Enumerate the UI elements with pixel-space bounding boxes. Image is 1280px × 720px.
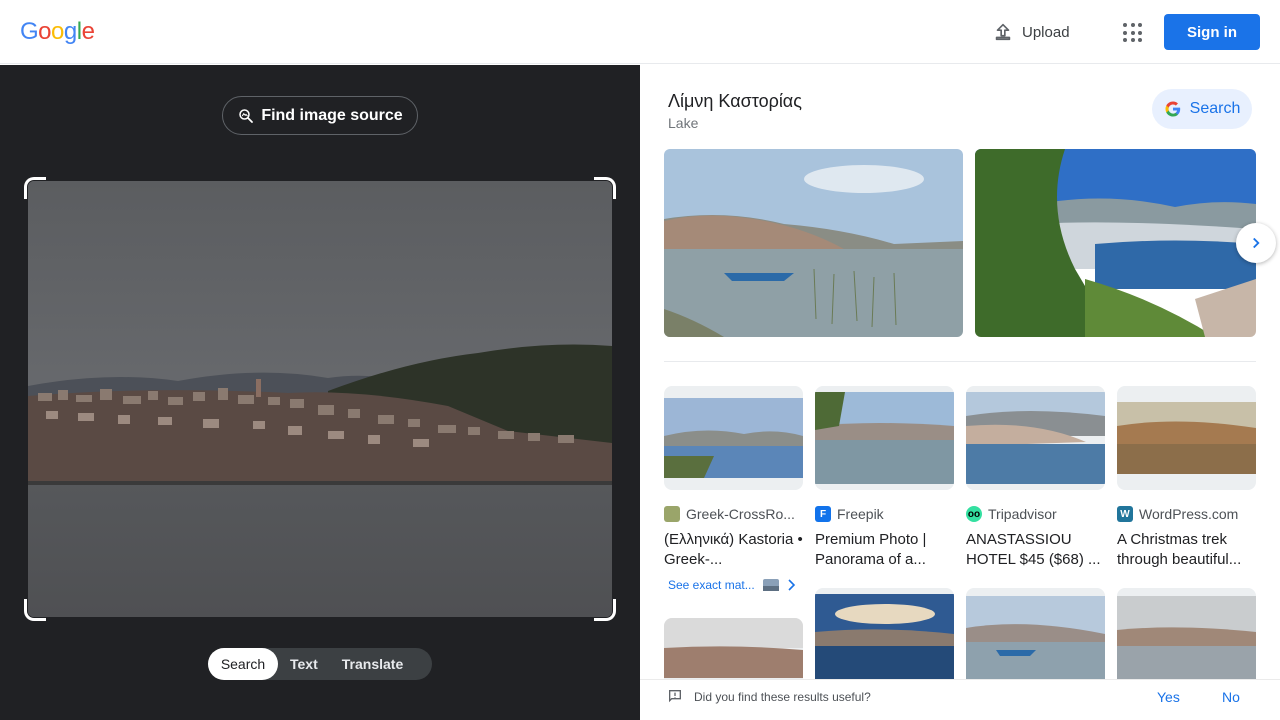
- feedback-yes-button[interactable]: Yes: [1157, 689, 1180, 705]
- result-title[interactable]: Premium Photo | Panorama of a...: [815, 530, 954, 570]
- result-title[interactable]: (Ελληνικά) Kastoria • Greek-...: [664, 530, 803, 570]
- find-image-source-label: Find image source: [261, 106, 403, 124]
- image-search-icon: [239, 108, 254, 123]
- result-card[interactable]: oo Tripadvisor ANASTASSIOU HOTEL $45 ($6…: [966, 386, 1105, 570]
- result-thumbnail[interactable]: [966, 386, 1105, 490]
- result-thumbnail[interactable]: [815, 386, 954, 490]
- entity-search-label: Search: [1189, 100, 1241, 117]
- result-thumbnail[interactable]: [1117, 386, 1256, 490]
- logo-letter: e: [81, 18, 95, 45]
- google-g-icon: [1165, 101, 1180, 117]
- result-card[interactable]: [966, 588, 1105, 692]
- result-source[interactable]: oo Tripadvisor: [966, 504, 1105, 524]
- result-source[interactable]: F Freepik: [815, 504, 954, 524]
- upload-icon: [995, 23, 1011, 41]
- upload-label: Upload: [1022, 23, 1070, 41]
- mode-search-tab[interactable]: Search: [208, 648, 278, 680]
- result-card[interactable]: [815, 588, 954, 692]
- result-title[interactable]: ANASTASSIOU HOTEL $45 ($68) ...: [966, 530, 1105, 570]
- mode-switcher: Search Text Translate: [208, 648, 432, 680]
- sign-in-button[interactable]: Sign in: [1164, 14, 1260, 50]
- feedback-icon: [669, 690, 681, 703]
- crop-handle-top-left[interactable]: [24, 177, 46, 199]
- logo-letter: g: [63, 18, 77, 45]
- result-thumbnail[interactable]: [664, 386, 803, 490]
- feedback-question: Did you find these results useful?: [694, 690, 871, 704]
- crop-handle-bottom-right[interactable]: [594, 599, 616, 621]
- logo-letter: o: [38, 18, 52, 45]
- result-source[interactable]: Greek-CrossRo...: [664, 504, 803, 524]
- results-panel: Λίμνη Καστορίας Lake Search Greek-CrossR…: [640, 65, 1280, 720]
- see-exact-matches-link[interactable]: See exact mat...: [668, 578, 797, 592]
- see-exact-matches-label: See exact mat...: [668, 578, 755, 592]
- mode-text-tab[interactable]: Text: [278, 648, 330, 680]
- query-image-panel: Find image source Search Text Translate: [0, 65, 640, 720]
- result-source-label: WordPress.com: [1139, 506, 1239, 522]
- lake-town-image: [28, 181, 612, 617]
- result-card[interactable]: [1117, 588, 1256, 692]
- entity-subtitle: Lake: [668, 115, 699, 131]
- chevron-right-icon: [788, 579, 795, 591]
- result-thumbnail[interactable]: [1117, 588, 1256, 692]
- entity-image-1[interactable]: [664, 149, 963, 337]
- chevron-right-icon: [1253, 237, 1260, 249]
- upload-button[interactable]: Upload: [992, 20, 1070, 44]
- wordpress-icon: W: [1117, 506, 1133, 522]
- result-title[interactable]: A Christmas trek through beautiful...: [1117, 530, 1256, 570]
- result-card[interactable]: Greek-CrossRo... (Ελληνικά) Kastoria • G…: [664, 386, 803, 570]
- entity-title[interactable]: Λίμνη Καστορίας: [668, 91, 802, 112]
- feedback-bar: Did you find these results useful? Yes N…: [640, 679, 1280, 720]
- result-thumbnail[interactable]: [815, 588, 954, 692]
- carousel-next-button[interactable]: [1236, 223, 1276, 263]
- crop-handle-top-right[interactable]: [594, 177, 616, 199]
- tripadvisor-icon: oo: [966, 506, 982, 522]
- crop-handle-bottom-left[interactable]: [24, 599, 46, 621]
- exact-match-thumb-icon: [762, 579, 779, 591]
- logo-letter: o: [51, 18, 64, 45]
- result-source-label: Tripadvisor: [988, 506, 1057, 522]
- result-card[interactable]: F Freepik Premium Photo | Panorama of a.…: [815, 386, 954, 570]
- find-image-source-button[interactable]: Find image source: [222, 96, 418, 135]
- query-photo-lake: [28, 181, 612, 617]
- entity-image-2[interactable]: [975, 149, 1256, 337]
- google-logo[interactable]: Google: [20, 18, 95, 46]
- section-divider: [664, 361, 1256, 362]
- apps-grid-icon[interactable]: [1120, 20, 1144, 44]
- site-favicon-icon: [664, 506, 680, 522]
- logo-letter: G: [20, 18, 39, 45]
- result-source[interactable]: W WordPress.com: [1117, 504, 1256, 524]
- result-source-label: Greek-CrossRo...: [686, 506, 795, 522]
- result-card[interactable]: W WordPress.com A Christmas trek through…: [1117, 386, 1256, 570]
- freepik-icon: F: [815, 506, 831, 522]
- feedback-no-button[interactable]: No: [1222, 689, 1240, 705]
- result-thumbnail[interactable]: [966, 588, 1105, 692]
- top-bar: Google Upload Sign in: [0, 0, 1280, 64]
- entity-search-button[interactable]: Search: [1152, 89, 1252, 129]
- mode-translate-tab[interactable]: Translate: [330, 648, 415, 680]
- result-source-label: Freepik: [837, 506, 884, 522]
